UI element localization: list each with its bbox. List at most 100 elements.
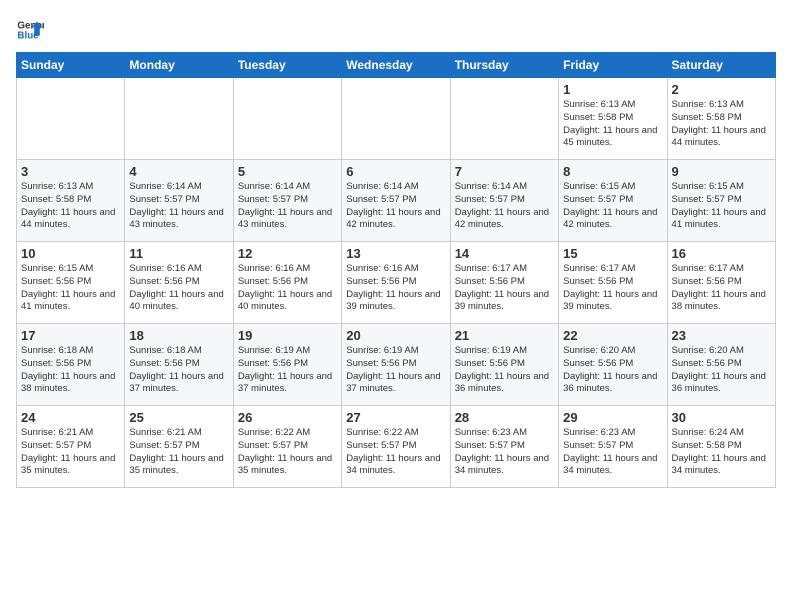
day-info: Sunrise: 6:18 AM Sunset: 5:56 PM Dayligh… [129,345,228,396]
calendar-cell: 15Sunrise: 6:17 AM Sunset: 5:56 PM Dayli… [559,242,667,324]
day-number: 9 [672,164,771,179]
page-header: General Blue [16,16,776,44]
weekday-header: Thursday [450,53,558,78]
day-info: Sunrise: 6:20 AM Sunset: 5:56 PM Dayligh… [563,345,662,396]
day-number: 6 [346,164,445,179]
day-info: Sunrise: 6:21 AM Sunset: 5:57 PM Dayligh… [129,427,228,478]
day-info: Sunrise: 6:13 AM Sunset: 5:58 PM Dayligh… [672,99,771,150]
day-info: Sunrise: 6:16 AM Sunset: 5:56 PM Dayligh… [346,263,445,314]
calendar-cell: 9 Sunrise: 6:15 AM Sunset: 5:57 PM Daylig… [667,160,775,242]
day-number: 11 [129,246,228,261]
day-number: 27 [346,410,445,425]
day-info: Sunrise: 6:21 AM Sunset: 5:57 PM Dayligh… [21,427,120,478]
calendar-cell: 5 Sunrise: 6:14 AM Sunset: 5:57 PM Daylig… [233,160,341,242]
day-number: 17 [21,328,120,343]
day-number: 25 [129,410,228,425]
day-number: 21 [455,328,554,343]
calendar-cell: 22 Sunrise: 6:20 AM Sunset: 5:56 PM Dayli… [559,324,667,406]
calendar-cell: 26 Sunrise: 6:22 AM Sunset: 5:57 PM Dayli… [233,406,341,488]
day-number: 18 [129,328,228,343]
calendar-cell [125,78,233,160]
weekday-header: Monday [125,53,233,78]
day-info: Sunrise: 6:18 AM Sunset: 5:56 PM Dayligh… [21,345,120,396]
day-number: 7 [455,164,554,179]
day-number: 5 [238,164,337,179]
day-info: Sunrise: 6:15 AM Sunset: 5:57 PM Dayligh… [563,181,662,232]
calendar-cell: 13 Sunrise: 6:16 AM Sunset: 5:56 PM Dayli… [342,242,450,324]
calendar-cell: 28Sunrise: 6:23 AM Sunset: 5:57 PM Dayli… [450,406,558,488]
day-info: Sunrise: 6:23 AM Sunset: 5:57 PM Dayligh… [563,427,662,478]
day-number: 13 [346,246,445,261]
calendar-cell: 18 Sunrise: 6:18 AM Sunset: 5:56 PM Dayli… [125,324,233,406]
calendar-cell: 27 Sunrise: 6:22 AM Sunset: 5:57 PM Dayli… [342,406,450,488]
day-info: Sunrise: 6:22 AM Sunset: 5:57 PM Dayligh… [238,427,337,478]
day-number: 30 [672,410,771,425]
weekday-header: Friday [559,53,667,78]
day-info: Sunrise: 6:13 AM Sunset: 5:58 PM Dayligh… [563,99,662,150]
day-info: Sunrise: 6:17 AM Sunset: 5:56 PM Dayligh… [563,263,662,314]
day-number: 29 [563,410,662,425]
day-number: 28 [455,410,554,425]
day-number: 1 [563,82,662,97]
calendar-cell: 16 Sunrise: 6:17 AM Sunset: 5:56 PM Dayli… [667,242,775,324]
calendar-cell: 6 Sunrise: 6:14 AM Sunset: 5:57 PM Daylig… [342,160,450,242]
day-number: 16 [672,246,771,261]
calendar-row: 1 Sunrise: 6:13 AM Sunset: 5:58 PM Daylig… [17,78,776,160]
calendar-cell: 14 Sunrise: 6:17 AM Sunset: 5:56 PM Dayli… [450,242,558,324]
calendar-body: 1 Sunrise: 6:13 AM Sunset: 5:58 PM Daylig… [17,78,776,488]
day-info: Sunrise: 6:14 AM Sunset: 5:57 PM Dayligh… [129,181,228,232]
calendar-cell: 2 Sunrise: 6:13 AM Sunset: 5:58 PM Daylig… [667,78,775,160]
day-number: 10 [21,246,120,261]
day-number: 26 [238,410,337,425]
day-info: Sunrise: 6:22 AM Sunset: 5:57 PM Dayligh… [346,427,445,478]
day-number: 3 [21,164,120,179]
calendar-cell: 19Sunrise: 6:19 AM Sunset: 5:56 PM Dayli… [233,324,341,406]
day-info: Sunrise: 6:15 AM Sunset: 5:57 PM Dayligh… [672,181,771,232]
calendar-cell: 11Sunrise: 6:16 AM Sunset: 5:56 PM Dayli… [125,242,233,324]
day-info: Sunrise: 6:14 AM Sunset: 5:57 PM Dayligh… [455,181,554,232]
weekday-header: Wednesday [342,53,450,78]
weekday-header: Sunday [17,53,125,78]
day-info: Sunrise: 6:19 AM Sunset: 5:56 PM Dayligh… [238,345,337,396]
calendar-header: SundayMondayTuesdayWednesdayThursdayFrid… [17,53,776,78]
calendar-cell: 24 Sunrise: 6:21 AM Sunset: 5:57 PM Dayli… [17,406,125,488]
calendar-row: 24 Sunrise: 6:21 AM Sunset: 5:57 PM Dayli… [17,406,776,488]
logo: General Blue [16,16,50,44]
day-info: Sunrise: 6:13 AM Sunset: 5:58 PM Dayligh… [21,181,120,232]
day-info: Sunrise: 6:19 AM Sunset: 5:56 PM Dayligh… [346,345,445,396]
day-number: 14 [455,246,554,261]
day-info: Sunrise: 6:17 AM Sunset: 5:56 PM Dayligh… [672,263,771,314]
calendar-cell: 7 Sunrise: 6:14 AM Sunset: 5:57 PM Daylig… [450,160,558,242]
calendar-cell: 12Sunrise: 6:16 AM Sunset: 5:56 PM Dayli… [233,242,341,324]
day-info: Sunrise: 6:14 AM Sunset: 5:57 PM Dayligh… [346,181,445,232]
header-row: SundayMondayTuesdayWednesdayThursdayFrid… [17,53,776,78]
calendar-cell: 20Sunrise: 6:19 AM Sunset: 5:56 PM Dayli… [342,324,450,406]
day-info: Sunrise: 6:16 AM Sunset: 5:56 PM Dayligh… [238,263,337,314]
day-number: 8 [563,164,662,179]
weekday-header: Tuesday [233,53,341,78]
calendar-cell: 30Sunrise: 6:24 AM Sunset: 5:58 PM Dayli… [667,406,775,488]
calendar-cell: 17 Sunrise: 6:18 AM Sunset: 5:56 PM Dayli… [17,324,125,406]
day-number: 4 [129,164,228,179]
logo-icon: General Blue [16,16,44,44]
calendar-row: 10 Sunrise: 6:15 AM Sunset: 5:56 PM Dayli… [17,242,776,324]
day-number: 23 [672,328,771,343]
day-info: Sunrise: 6:15 AM Sunset: 5:56 PM Dayligh… [21,263,120,314]
calendar-cell [450,78,558,160]
calendar-row: 17 Sunrise: 6:18 AM Sunset: 5:56 PM Dayli… [17,324,776,406]
day-number: 2 [672,82,771,97]
calendar-cell: 23 Sunrise: 6:20 AM Sunset: 5:56 PM Dayli… [667,324,775,406]
day-info: Sunrise: 6:14 AM Sunset: 5:57 PM Dayligh… [238,181,337,232]
weekday-header: Saturday [667,53,775,78]
calendar-cell [342,78,450,160]
calendar-cell: 1 Sunrise: 6:13 AM Sunset: 5:58 PM Daylig… [559,78,667,160]
day-info: Sunrise: 6:17 AM Sunset: 5:56 PM Dayligh… [455,263,554,314]
calendar-cell: 29 Sunrise: 6:23 AM Sunset: 5:57 PM Dayli… [559,406,667,488]
calendar-cell: 25 Sunrise: 6:21 AM Sunset: 5:57 PM Dayli… [125,406,233,488]
day-number: 22 [563,328,662,343]
calendar-cell [233,78,341,160]
calendar-cell: 8 Sunrise: 6:15 AM Sunset: 5:57 PM Daylig… [559,160,667,242]
day-info: Sunrise: 6:20 AM Sunset: 5:56 PM Dayligh… [672,345,771,396]
calendar-cell: 4 Sunrise: 6:14 AM Sunset: 5:57 PM Daylig… [125,160,233,242]
day-number: 24 [21,410,120,425]
